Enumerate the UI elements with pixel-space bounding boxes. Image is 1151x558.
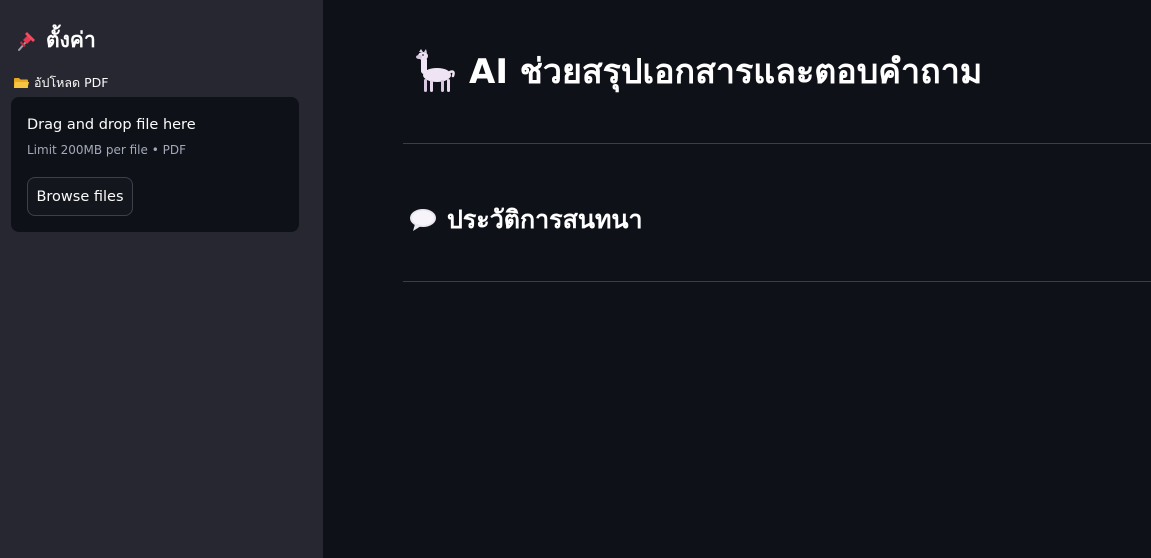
browse-files-button[interactable]: Browse files [27, 177, 133, 216]
folder-icon [14, 77, 29, 89]
upload-label: อัปโหลด PDF [14, 73, 109, 93]
upload-label-text: อัปโหลด PDF [34, 75, 109, 90]
page-title-text: AI ช่วยสรุปเอกสารและตอบคำถาม [469, 52, 983, 92]
divider [403, 143, 1151, 144]
chat-history-heading-text: ประวัติการสนทนา [447, 205, 643, 234]
page-title: AI ช่วยสรุปเอกสารและตอบคำถาม [411, 44, 982, 98]
app-root: ตั้งค่า อัปโหลด PDF Drag and drop file h… [0, 0, 1151, 558]
speech-balloon-icon [409, 207, 437, 233]
pushpin-icon [14, 29, 38, 53]
sidebar: ตั้งค่า อัปโหลด PDF Drag and drop file h… [0, 0, 323, 558]
divider [403, 281, 1151, 282]
dropzone-title: Drag and drop file here [27, 117, 196, 133]
file-dropzone[interactable]: Drag and drop file here Limit 200MB per … [11, 97, 299, 232]
dropzone-limit: Limit 200MB per file • PDF [27, 143, 186, 157]
llama-icon [411, 48, 457, 94]
sidebar-title: ตั้งค่า [46, 28, 96, 52]
sidebar-header: ตั้งค่า [14, 24, 96, 57]
chat-history-heading: ประวัติการสนทนา [409, 200, 643, 240]
